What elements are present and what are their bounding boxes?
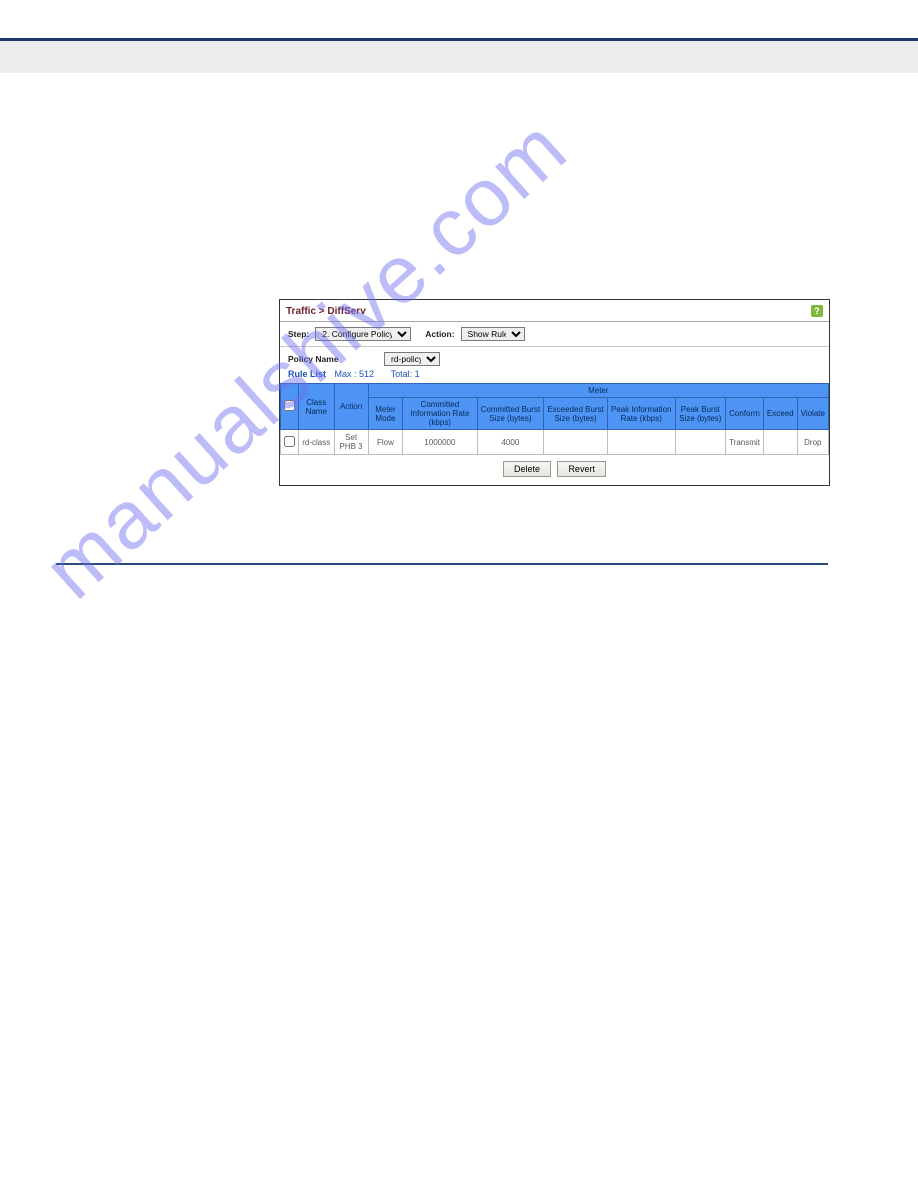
cell-ebs xyxy=(544,430,608,455)
policy-name-select[interactable]: rd-policy xyxy=(384,352,440,366)
cell-violate: Drop xyxy=(797,430,828,455)
header-gray-bar xyxy=(0,41,918,73)
rule-list-label: Rule List xyxy=(288,369,326,379)
watermark: manualshive.com xyxy=(26,146,873,993)
delete-button[interactable]: Delete xyxy=(503,461,551,477)
col-pir: Peak Information Rate (kbps) xyxy=(607,398,675,430)
cell-conform: Transmit xyxy=(726,430,764,455)
diffserv-panel: Traffic > DiffServ ? Step: 2. Configure … xyxy=(279,299,830,486)
policy-name-label: Policy Name xyxy=(288,354,378,364)
col-pbs: Peak Burst Size (bytes) xyxy=(675,398,726,430)
help-icon[interactable]: ? xyxy=(811,305,823,317)
policy-name-row: Policy Name rd-policy xyxy=(280,347,829,369)
col-exceed: Exceed xyxy=(763,398,797,430)
col-cbs: Committed Burst Size (bytes) xyxy=(477,398,544,430)
col-meter: Meter xyxy=(368,384,828,398)
col-class-name: Class Name xyxy=(299,384,335,430)
rule-list-max: Max : 512 xyxy=(335,369,375,379)
col-action: Action xyxy=(334,384,368,430)
rule-table: Class Name Action Meter Meter Mode Commi… xyxy=(280,383,829,455)
action-label: Action: xyxy=(425,329,454,339)
breadcrumb-text: Traffic > DiffServ xyxy=(286,306,366,317)
rule-list-total: Total: 1 xyxy=(391,369,420,379)
button-row: Delete Revert xyxy=(280,455,829,485)
col-violate: Violate xyxy=(797,398,828,430)
cell-pir xyxy=(607,430,675,455)
breadcrumb: Traffic > DiffServ ? xyxy=(280,300,829,322)
col-ebs: Exceeded Burst Size (bytes) xyxy=(544,398,608,430)
select-all-checkbox[interactable] xyxy=(284,400,295,411)
step-label: Step: xyxy=(288,329,309,339)
rule-list-summary: Rule List Max : 512 Total: 1 xyxy=(280,369,829,383)
col-conform: Conform xyxy=(726,398,764,430)
cell-exceed xyxy=(763,430,797,455)
cell-class-name: rd-class xyxy=(299,430,335,455)
cell-cbs: 4000 xyxy=(477,430,544,455)
col-meter-mode: Meter Mode xyxy=(368,398,403,430)
col-select-all xyxy=(281,384,299,430)
step-select[interactable]: 2. Configure Policy xyxy=(315,327,411,341)
cell-pbs xyxy=(675,430,726,455)
table-row: rd-class Set PHB 3 Flow 1000000 4000 Tra… xyxy=(281,430,829,455)
cell-action: Set PHB 3 xyxy=(334,430,368,455)
cell-meter-mode: Flow xyxy=(368,430,403,455)
col-cir: Committed Information Rate (kbps) xyxy=(403,398,477,430)
revert-button[interactable]: Revert xyxy=(557,461,606,477)
action-select[interactable]: Show Rule xyxy=(461,327,525,341)
section-rule xyxy=(56,563,828,565)
cell-cir: 1000000 xyxy=(403,430,477,455)
row-checkbox[interactable] xyxy=(284,436,295,447)
step-action-row: Step: 2. Configure Policy Action: Show R… xyxy=(280,322,829,347)
